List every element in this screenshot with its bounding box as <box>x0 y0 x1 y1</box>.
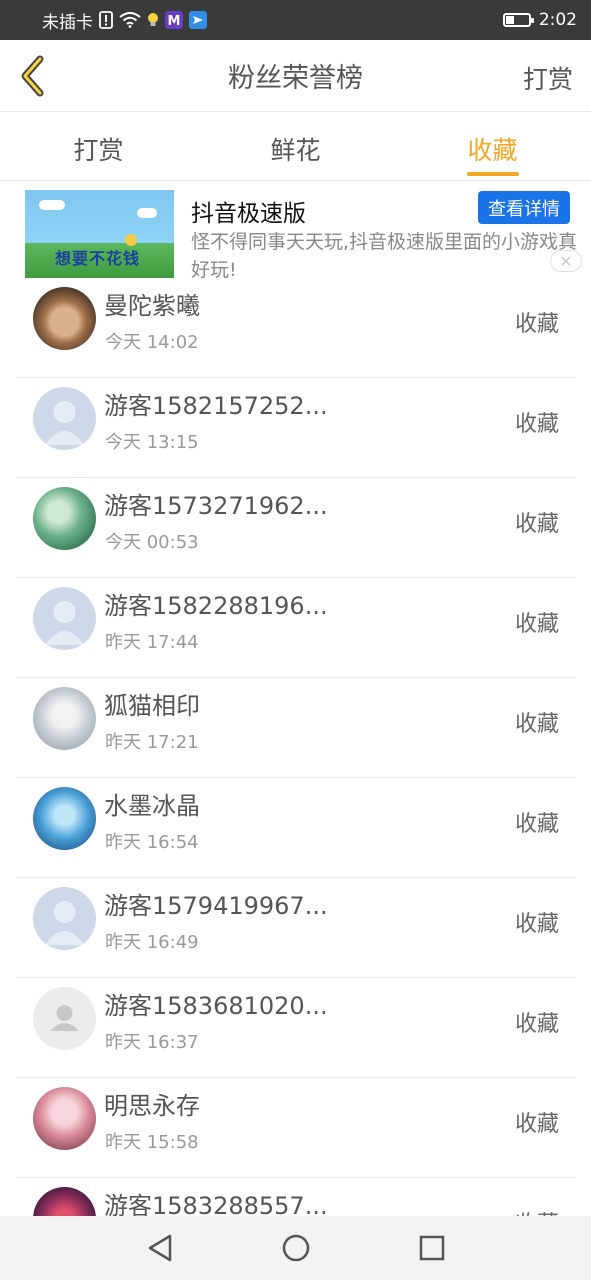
avatar[interactable] <box>33 487 96 550</box>
timestamp: 昨天 17:44 <box>105 632 199 653</box>
list-item[interactable]: 水墨冰晶 昨天 16:54 收藏 <box>16 778 575 878</box>
timestamp: 昨天 16:54 <box>105 832 199 853</box>
action-label: 收藏 <box>515 1206 559 1216</box>
back-button[interactable] <box>10 52 56 100</box>
ad-close-button[interactable]: ✕ <box>550 250 582 272</box>
list-item[interactable]: 游客1579419967... 昨天 16:49 收藏 <box>16 878 575 978</box>
list-item[interactable]: 游客1573271962... 今天 00:53 收藏 <box>16 478 575 578</box>
tab-favorites[interactable]: 收藏 <box>394 113 591 180</box>
action-label: 收藏 <box>514 812 559 837</box>
user-name: 水墨冰晶 <box>104 792 200 820</box>
avatar[interactable] <box>33 887 96 950</box>
default-user-icon <box>50 1005 79 1031</box>
avatar[interactable] <box>33 987 96 1050</box>
tab-flowers[interactable]: 鲜花 <box>197 113 394 180</box>
default-user-icon <box>45 601 84 645</box>
action-label: 收藏 <box>514 412 559 437</box>
ad-image[interactable]: 想要不花钱 <box>25 190 174 278</box>
list-item[interactable]: 游客1583681020... 昨天 16:37 收藏 <box>16 978 575 1078</box>
tab-bar: 打赏 鲜花 收藏 <box>0 113 591 181</box>
timestamp: 昨天 15:58 <box>105 1132 199 1153</box>
ad-image-text: 想要不花钱 <box>55 249 141 268</box>
user-name: 明思永存 <box>104 1092 200 1120</box>
avatar[interactable] <box>33 387 96 450</box>
avatar[interactable] <box>33 787 96 850</box>
square-recents-icon <box>419 1235 444 1261</box>
system-nav-bar <box>0 1216 591 1280</box>
timestamp: 今天 14:02 <box>105 332 199 353</box>
timestamp: 今天 13:15 <box>105 432 199 453</box>
page-title: 粉丝荣誉榜 <box>228 63 363 94</box>
user-name: 游客1582288196... <box>104 592 328 620</box>
timestamp: 昨天 16:49 <box>105 932 199 953</box>
action-label: 收藏 <box>514 612 559 637</box>
user-name: 游客1579419967... <box>104 892 328 920</box>
timestamp: 昨天 16:37 <box>105 1032 199 1053</box>
nav-home-button[interactable] <box>276 1228 316 1268</box>
avatar[interactable] <box>33 587 96 650</box>
timestamp: 今天 00:53 <box>105 532 199 553</box>
reward-button[interactable]: 打赏 <box>523 60 573 96</box>
chevron-left-icon <box>21 55 44 97</box>
avatar[interactable] <box>33 1187 96 1216</box>
circle-home-icon <box>282 1234 309 1262</box>
ad-banner[interactable]: 想要不花钱 抖音极速版 查看详情 怪不得同事天天玩,抖音极速版里面的小游戏真好玩… <box>0 182 591 281</box>
user-name: 游客1582157252... <box>104 392 328 420</box>
carrier-text: 未插卡 <box>42 12 93 33</box>
user-name: 曼陀紫曦 <box>104 292 200 320</box>
user-name: 游客1573271962... <box>104 492 328 520</box>
ad-title: 抖音极速版 <box>191 201 306 227</box>
list-item[interactable]: 游客1583288557... 收藏 <box>16 1178 575 1216</box>
wifi-icon <box>119 12 141 28</box>
avatar[interactable] <box>33 1087 96 1150</box>
favorites-list[interactable]: 曼陀紫曦 今天 14:02 收藏 游客1582157252... 今天 13:1… <box>0 278 591 1216</box>
tab-reward[interactable]: 打赏 <box>0 113 197 180</box>
clock-text: 2:02 <box>538 10 577 30</box>
action-label: 收藏 <box>514 512 559 537</box>
send-notification-icon <box>189 11 207 29</box>
triangle-back-icon <box>148 1234 171 1262</box>
status-bar: 未插卡 M 2:02 <box>0 0 591 40</box>
user-name: 游客1583288557... <box>104 1192 328 1216</box>
svg-text:M: M <box>168 14 181 29</box>
list-item[interactable]: 游客1582157252... 今天 13:15 收藏 <box>16 378 575 478</box>
user-name: 狐猫相印 <box>104 692 200 720</box>
action-label: 收藏 <box>514 712 559 737</box>
default-user-icon <box>45 901 84 945</box>
avatar[interactable] <box>33 287 96 350</box>
action-label: 收藏 <box>514 1012 559 1037</box>
action-label: 收藏 <box>514 312 559 337</box>
battery-icon <box>502 13 534 27</box>
close-icon: ✕ <box>559 251 573 271</box>
header-bar: 粉丝荣誉榜 打赏 <box>0 40 591 112</box>
sim-alert-icon <box>99 11 113 29</box>
app-notification-icon: M <box>165 11 183 29</box>
action-label: 收藏 <box>514 1112 559 1137</box>
user-name: 游客1583681020... <box>104 992 328 1020</box>
list-item[interactable]: 明思永存 昨天 15:58 收藏 <box>16 1078 575 1178</box>
ad-description: 怪不得同事天天玩,抖音极速版里面的小游戏真好玩! <box>191 231 578 281</box>
avatar[interactable] <box>33 687 96 750</box>
nav-back-button[interactable] <box>140 1228 180 1268</box>
list-item[interactable]: 狐猫相印 昨天 17:21 收藏 <box>16 678 575 778</box>
list-item[interactable]: 游客1582288196... 昨天 17:44 收藏 <box>16 578 575 678</box>
timestamp: 昨天 17:21 <box>105 732 199 753</box>
action-label: 收藏 <box>514 912 559 937</box>
bulb-icon <box>147 12 159 28</box>
default-user-icon <box>45 401 84 445</box>
ad-details-button[interactable]: 查看详情 <box>478 191 570 224</box>
nav-recents-button[interactable] <box>412 1228 452 1268</box>
list-item[interactable]: 曼陀紫曦 今天 14:02 收藏 <box>16 278 575 378</box>
